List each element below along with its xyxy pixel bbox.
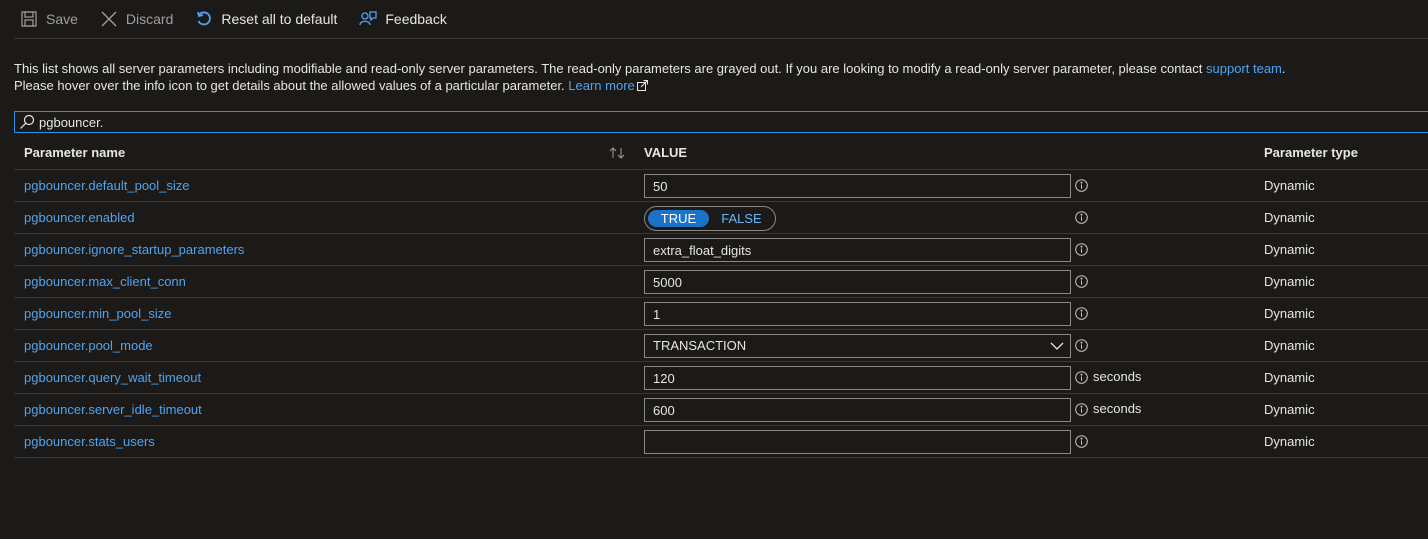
reset-label: Reset all to default xyxy=(221,11,338,27)
learn-more-label: Learn more xyxy=(568,78,635,93)
parameter-type: Dynamic xyxy=(1264,338,1315,353)
info-icon[interactable] xyxy=(1075,435,1088,448)
close-icon xyxy=(100,10,118,28)
parameter-name[interactable]: pgbouncer.pool_mode xyxy=(24,330,153,361)
parameter-name[interactable]: pgbouncer.stats_users xyxy=(24,426,155,457)
parameter-name[interactable]: pgbouncer.query_wait_timeout xyxy=(24,362,201,393)
parameter-type: Dynamic xyxy=(1264,402,1315,417)
search-icon xyxy=(19,114,35,130)
column-header-type: Parameter type xyxy=(1264,145,1358,160)
feedback-button[interactable]: Feedback xyxy=(353,0,454,39)
search-box xyxy=(14,111,1428,133)
column-header-name[interactable]: Parameter name xyxy=(24,137,125,169)
table-row: pgbouncer.max_client_conn Dynamic xyxy=(14,266,1428,298)
unit-label: seconds xyxy=(1093,401,1142,416)
parameters-table: Parameter name VALUE Parameter type pgbo… xyxy=(14,137,1428,458)
value-input[interactable] xyxy=(644,430,1071,454)
parameter-type: Dynamic xyxy=(1264,242,1315,257)
description-line1-end: . xyxy=(1281,61,1286,76)
table-row: pgbouncer.default_pool_size Dynamic xyxy=(14,170,1428,202)
discard-label: Discard xyxy=(125,11,174,27)
parameter-type: Dynamic xyxy=(1264,370,1315,385)
dropdown-selected-value: TRANSACTION xyxy=(653,338,747,353)
value-input[interactable] xyxy=(644,270,1071,294)
command-bar: Save Discard Reset all to default Feedba… xyxy=(14,0,1428,39)
table-row: pgbouncer.stats_users Dynamic xyxy=(14,426,1428,458)
support-team-link[interactable]: support team xyxy=(1206,61,1282,76)
table-row: pgbouncer.pool_mode TRANSACTION Dynamic xyxy=(14,330,1428,362)
feedback-label: Feedback xyxy=(385,11,447,27)
value-input[interactable] xyxy=(644,398,1071,422)
unit-label: seconds xyxy=(1093,369,1142,384)
parameter-name[interactable]: pgbouncer.server_idle_timeout xyxy=(24,394,202,425)
reset-all-button[interactable]: Reset all to default xyxy=(189,0,345,39)
parameter-name[interactable]: pgbouncer.min_pool_size xyxy=(24,298,171,329)
description: This list shows all server parameters in… xyxy=(14,60,1414,94)
table-row: pgbouncer.query_wait_timeout seconds Dyn… xyxy=(14,362,1428,394)
info-icon[interactable] xyxy=(1075,307,1088,320)
learn-more-link[interactable]: Learn more xyxy=(568,78,648,93)
parameter-type: Dynamic xyxy=(1264,178,1315,193)
discard-button[interactable]: Discard xyxy=(94,0,181,39)
parameter-name[interactable]: pgbouncer.max_client_conn xyxy=(24,266,186,297)
pool-mode-dropdown[interactable]: TRANSACTION xyxy=(644,334,1071,358)
save-icon xyxy=(20,10,38,28)
table-row: pgbouncer.server_idle_timeout seconds Dy… xyxy=(14,394,1428,426)
feedback-icon xyxy=(359,10,378,28)
save-button[interactable]: Save xyxy=(14,0,86,39)
info-icon[interactable] xyxy=(1075,371,1088,384)
true-false-toggle: TRUE FALSE xyxy=(644,206,776,231)
parameter-name[interactable]: pgbouncer.default_pool_size xyxy=(24,170,190,201)
table-row: pgbouncer.enabled TRUE FALSE Dynamic xyxy=(14,202,1428,234)
info-icon[interactable] xyxy=(1075,275,1088,288)
column-header-value: VALUE xyxy=(644,145,688,160)
parameter-type: Dynamic xyxy=(1264,306,1315,321)
value-input[interactable] xyxy=(644,366,1071,390)
table-row: pgbouncer.min_pool_size Dynamic xyxy=(14,298,1428,330)
chevron-down-icon xyxy=(1050,342,1064,350)
parameter-type: Dynamic xyxy=(1264,210,1315,225)
description-line1: This list shows all server parameters in… xyxy=(14,61,1207,76)
search-input[interactable] xyxy=(39,112,1339,132)
parameter-name[interactable]: pgbouncer.enabled xyxy=(24,202,135,233)
parameter-name[interactable]: pgbouncer.ignore_startup_parameters xyxy=(24,234,244,265)
table-row: pgbouncer.ignore_startup_parameters Dyna… xyxy=(14,234,1428,266)
value-input[interactable] xyxy=(644,302,1071,326)
info-icon[interactable] xyxy=(1075,403,1088,416)
undo-icon xyxy=(195,10,213,28)
info-icon[interactable] xyxy=(1075,339,1088,352)
toggle-false-option[interactable]: FALSE xyxy=(711,210,772,227)
info-icon[interactable] xyxy=(1075,211,1088,224)
toggle-true-option[interactable]: TRUE xyxy=(648,210,709,227)
external-link-icon xyxy=(636,80,648,91)
value-input[interactable] xyxy=(644,238,1071,262)
table-header: Parameter name VALUE Parameter type xyxy=(14,137,1428,170)
parameter-type: Dynamic xyxy=(1264,274,1315,289)
sort-icon[interactable] xyxy=(608,146,626,160)
value-input[interactable] xyxy=(644,174,1071,198)
description-line2: Please hover over the info icon to get d… xyxy=(14,78,569,93)
save-label: Save xyxy=(46,11,78,27)
parameter-type: Dynamic xyxy=(1264,434,1315,449)
info-icon[interactable] xyxy=(1075,179,1088,192)
info-icon[interactable] xyxy=(1075,243,1088,256)
